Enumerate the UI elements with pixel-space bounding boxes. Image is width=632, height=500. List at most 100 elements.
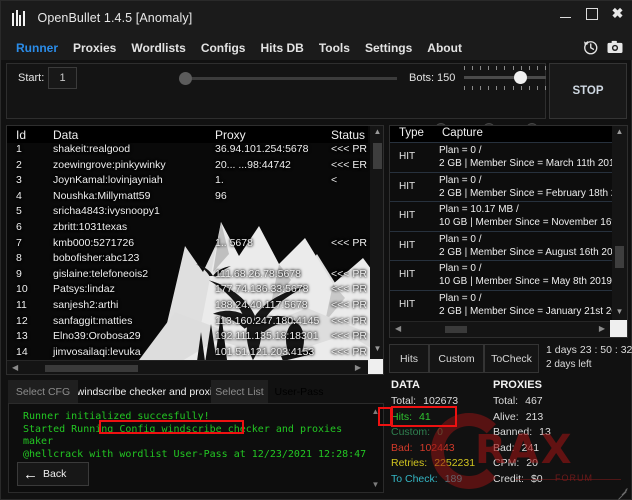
table-cell-data: zoewingrove:pinkywinky — [53, 158, 166, 171]
hit-capture-text: Plan = 0 /10 GB | Member Since = May 8th… — [439, 263, 618, 287]
hits-caret-right-icon[interactable]: ▶ — [599, 324, 605, 333]
menu-item-configs[interactable]: Configs — [201, 41, 246, 55]
stat-key: Total: — [493, 395, 519, 407]
stat-value: $0 — [530, 472, 543, 485]
bots-slider[interactable] — [464, 66, 546, 90]
app-logo-icon — [12, 10, 25, 26]
hits-caret-up-icon[interactable]: ▲ — [612, 127, 627, 141]
menu-item-about[interactable]: About — [427, 41, 462, 55]
table-cell-id: 8 — [16, 252, 22, 265]
custom-tab-button[interactable]: Custom — [429, 344, 484, 373]
table-row[interactable]: 4 Noushka:Millymatt59 96 — [7, 190, 368, 206]
data-grid-hscrollbar[interactable]: ◀ ▶ — [7, 360, 383, 374]
column-header-id[interactable]: Id — [16, 128, 26, 142]
selected-config-name[interactable]: windscribe checker and proxi — [78, 380, 211, 403]
hit-row[interactable]: HIT Plan = 0 /2 GB | Member Since = Augus… — [390, 230, 618, 258]
table-row[interactable]: 8 bobofisher:abc123 — [7, 252, 368, 268]
controls-row-start: Start: 1 Bots: 150 — [7, 64, 547, 92]
select-cfg-button[interactable]: Select CFG — [8, 380, 78, 403]
table-row[interactable]: 5 sricha4843:ivysnoopy1 — [7, 205, 368, 221]
clock-history-icon[interactable] — [581, 38, 599, 56]
table-row[interactable]: 10 Patsys:lindaz 177.74.136.33:5678 <<< PR — [7, 283, 368, 299]
hits-caret-down-icon[interactable]: ▼ — [612, 307, 627, 321]
proxy-stat-cpm: CPM: 20 — [493, 457, 603, 469]
log-vscrollbar[interactable]: ▲ ▼ — [369, 405, 382, 491]
hits-scroll-corner — [610, 320, 627, 337]
menu-item-proxies[interactable]: Proxies — [73, 41, 116, 55]
close-icon[interactable]: ✖ — [610, 6, 625, 21]
select-list-button[interactable]: Select List — [211, 380, 268, 403]
hits-hscroll-thumb[interactable] — [445, 326, 467, 333]
resize-grip-icon[interactable] — [616, 485, 629, 500]
hits-header: Type Capture — [390, 126, 612, 142]
table-cell-id: 12 — [16, 314, 28, 327]
table-row[interactable]: 1 shakeit:realgood 36.94.101.254:5678 <<< P… — [7, 143, 368, 159]
minimize-icon[interactable] — [558, 6, 573, 21]
hits-vscroll-thumb[interactable] — [615, 246, 624, 268]
caret-down-icon[interactable]: ▼ — [370, 344, 383, 358]
bots-slider-track[interactable] — [464, 76, 546, 79]
hscroll-thumb[interactable] — [45, 365, 138, 372]
hits-caret-left-icon[interactable]: ◀ — [395, 324, 401, 333]
menu-item-tools[interactable]: Tools — [319, 41, 350, 55]
bots-slider-knob[interactable] — [514, 71, 527, 84]
table-row[interactable]: 13 Elno39:Orobosa29 192.111.135.18:18301 <<… — [7, 330, 368, 346]
menu-item-settings[interactable]: Settings — [365, 41, 412, 55]
proxy-stats-column: PROXIES Total: 467 Alive: 213 Banned: 13 Bad: 2… — [493, 379, 603, 488]
table-row[interactable]: 2 zoewingrove:pinkywinky 20... ...98:44742… — [7, 159, 368, 175]
table-row[interactable]: 11 sanjesh2:arthi 188.24.40.117:5678 <<< PR — [7, 299, 368, 315]
selected-list-name[interactable]: User-Pass — [268, 380, 330, 403]
start-slider-track[interactable] — [182, 77, 397, 80]
menu-item-wordlists[interactable]: Wordlists — [131, 41, 185, 55]
log-caret-up-icon[interactable]: ▲ — [369, 407, 382, 416]
hits-vscrollbar[interactable]: ▲ ▼ — [612, 126, 627, 322]
start-input[interactable]: 1 — [48, 67, 77, 89]
hit-row[interactable]: HIT Plan = 0 /10 GB | Member Since = May … — [390, 260, 617, 287]
table-cell-id: 2 — [16, 158, 22, 171]
table-cell-status: <<< PR — [331, 143, 367, 155]
back-button[interactable]: ← Back — [17, 462, 89, 486]
stat-value: 102673 — [423, 395, 459, 407]
table-row[interactable]: 12 sanfaggit:matties 113.160.247.180:4145 <… — [7, 315, 368, 331]
hit-row[interactable]: HIT Plan = 0 /2 GB | Member Since = Janua… — [390, 289, 623, 317]
column-header-status[interactable]: Status — [331, 128, 365, 142]
table-cell-status: <<< PR — [331, 330, 367, 343]
hit-row[interactable]: HIT Plan = 10.17 MB /10 GB | Member Since… — [390, 201, 620, 228]
start-slider-knob[interactable] — [179, 72, 192, 85]
caret-right-icon[interactable]: ▶ — [355, 363, 361, 372]
column-header-capture[interactable]: Capture — [442, 127, 483, 139]
stat-value: 241 — [521, 441, 540, 454]
caret-left-icon[interactable]: ◀ — [12, 363, 18, 372]
table-row[interactable]: 7 kmb000:5271726 1.. 5678 <<< PR — [7, 237, 368, 253]
column-header-data[interactable]: Data — [53, 128, 78, 142]
table-cell-proxy: 113.160.247.180:4145 — [215, 314, 320, 327]
table-row[interactable]: 6 zbritt:1031texas — [7, 221, 368, 237]
start-label: Start: — [18, 72, 45, 84]
caret-up-icon[interactable]: ▲ — [370, 127, 383, 141]
table-cell-data: shakeit:realgood — [53, 143, 131, 155]
hit-row[interactable]: HIT Plan = 0 /2 GB | Member Since = March… — [390, 142, 620, 169]
table-row[interactable]: 3 JoynKamal:lovinjayniah 1. < — [7, 174, 368, 190]
column-header-type[interactable]: Type — [399, 127, 424, 139]
camera-icon[interactable] — [606, 38, 624, 56]
menu-bar: Runner Proxies Wordlists Configs Hits DB… — [1, 35, 632, 60]
data-grid-vscrollbar[interactable]: ▲ ▼ — [370, 126, 383, 359]
data-stat-total: Total: 102673 — [391, 395, 501, 407]
table-cell-proxy: 177.74.136.33:5678 — [215, 283, 309, 296]
stop-button[interactable]: STOP — [549, 63, 627, 119]
hit-row[interactable]: HIT Plan = 0 /2 GB | Member Since = Febru… — [390, 171, 622, 199]
table-row[interactable]: 9 gislaine:telefoneois2 111.68.26.78:5678 <… — [7, 268, 368, 284]
proxy-stats-title: PROXIES — [493, 379, 542, 391]
back-arrow-icon: ← — [23, 465, 38, 483]
hits-tab-button[interactable]: Hits — [389, 344, 429, 373]
hits-hscrollbar[interactable]: ◀ ▶ — [390, 321, 627, 337]
tocheck-tab-button[interactable]: ToCheck — [484, 344, 539, 373]
menu-item-runner[interactable]: Runner — [16, 41, 58, 55]
vscroll-thumb[interactable] — [373, 143, 382, 169]
menu-item-hits-db[interactable]: Hits DB — [260, 41, 303, 55]
log-caret-down-icon[interactable]: ▼ — [369, 480, 382, 489]
maximize-icon[interactable] — [584, 6, 599, 21]
column-header-proxy[interactable]: Proxy — [215, 128, 246, 142]
table-cell-proxy: 101.51.121.203:4153 — [215, 345, 315, 358]
table-cell-proxy: 111.68.26.78:5678 — [215, 267, 302, 280]
